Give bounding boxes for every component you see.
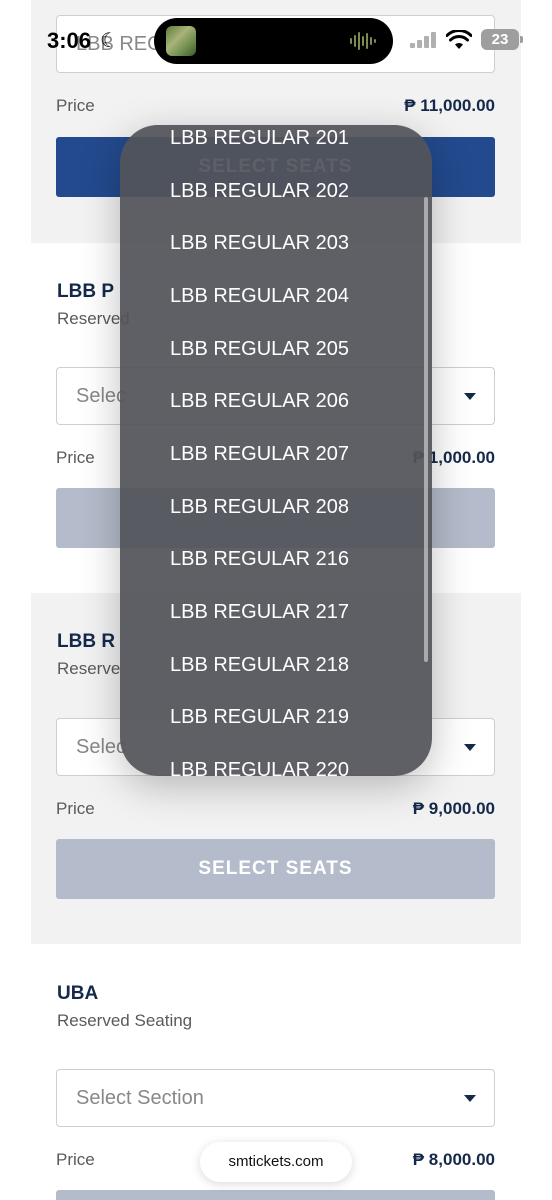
price-label: Price (56, 448, 95, 467)
dropdown-option[interactable]: LBB REGULAR 203 (170, 232, 349, 255)
dropdown-option[interactable]: LBB REGULAR 220 (170, 759, 349, 776)
dropdown-option[interactable]: LBB REGULAR 201 (170, 127, 349, 150)
dropdown-option[interactable]: LBB REGULAR 208 (170, 496, 349, 519)
section-title: LBB P (57, 281, 114, 302)
price-value: ₱ 11,000.00 (404, 96, 495, 115)
dropdown-scrollbar[interactable] (424, 197, 428, 662)
dropdown-option[interactable]: LBB REGULAR 216 (170, 548, 349, 571)
section-title: UBA (57, 983, 99, 1004)
wifi-icon (446, 30, 472, 49)
select-value: Selec (76, 385, 127, 407)
price-value: ₱ 8,000.00 (412, 1150, 495, 1169)
section-subtitle: Reserved (57, 309, 130, 328)
dropdown-option[interactable]: LBB REGULAR 205 (170, 338, 349, 361)
moon-icon: ☾ (100, 30, 118, 52)
audio-waveform-icon (350, 32, 376, 50)
dropdown-option[interactable]: LBB REGULAR 219 (170, 706, 349, 729)
dynamic-island[interactable] (154, 18, 393, 64)
signal-icon (410, 32, 436, 48)
section-subtitle: Reserved Seating (57, 1011, 193, 1030)
section-dropdown-menu[interactable]: LBB REGULAR 201 LBB REGULAR 202 LBB REGU… (120, 125, 432, 776)
dropdown-option[interactable]: LBB REGULAR 218 (170, 654, 349, 677)
status-time: 3:06 (47, 28, 92, 53)
price-value: ₱ 9,000.00 (412, 799, 495, 818)
dropdown-option[interactable]: LBB REGULAR 204 (170, 285, 349, 308)
status-bar: 3:06 ☾ 23 (0, 0, 552, 80)
now-playing-thumbnail (166, 26, 196, 56)
caret-down-icon (464, 393, 476, 400)
caret-down-icon (464, 744, 476, 751)
select-seats-button-disabled[interactable] (56, 1190, 495, 1200)
price-label: Price (56, 799, 95, 818)
browser-url-pill[interactable]: smtickets.com (200, 1142, 352, 1182)
dropdown-option[interactable]: LBB REGULAR 206 (170, 390, 349, 413)
section-title: LBB R (57, 631, 116, 652)
section-subtitle: Reserve (57, 659, 121, 678)
select-value: Select Section (76, 1087, 204, 1109)
price-label: Price (56, 96, 95, 115)
section-select[interactable]: Select Section (56, 1069, 495, 1127)
dropdown-option[interactable]: LBB REGULAR 217 (170, 601, 349, 624)
battery-icon: 23 (481, 29, 523, 50)
caret-down-icon (464, 1095, 476, 1102)
dropdown-option[interactable]: LBB REGULAR 207 (170, 443, 349, 466)
price-label: Price (56, 1150, 95, 1169)
select-value: Selec (76, 736, 127, 758)
select-seats-button[interactable]: SELECT SEATS (56, 839, 495, 899)
dropdown-option[interactable]: LBB REGULAR 202 (170, 180, 349, 203)
